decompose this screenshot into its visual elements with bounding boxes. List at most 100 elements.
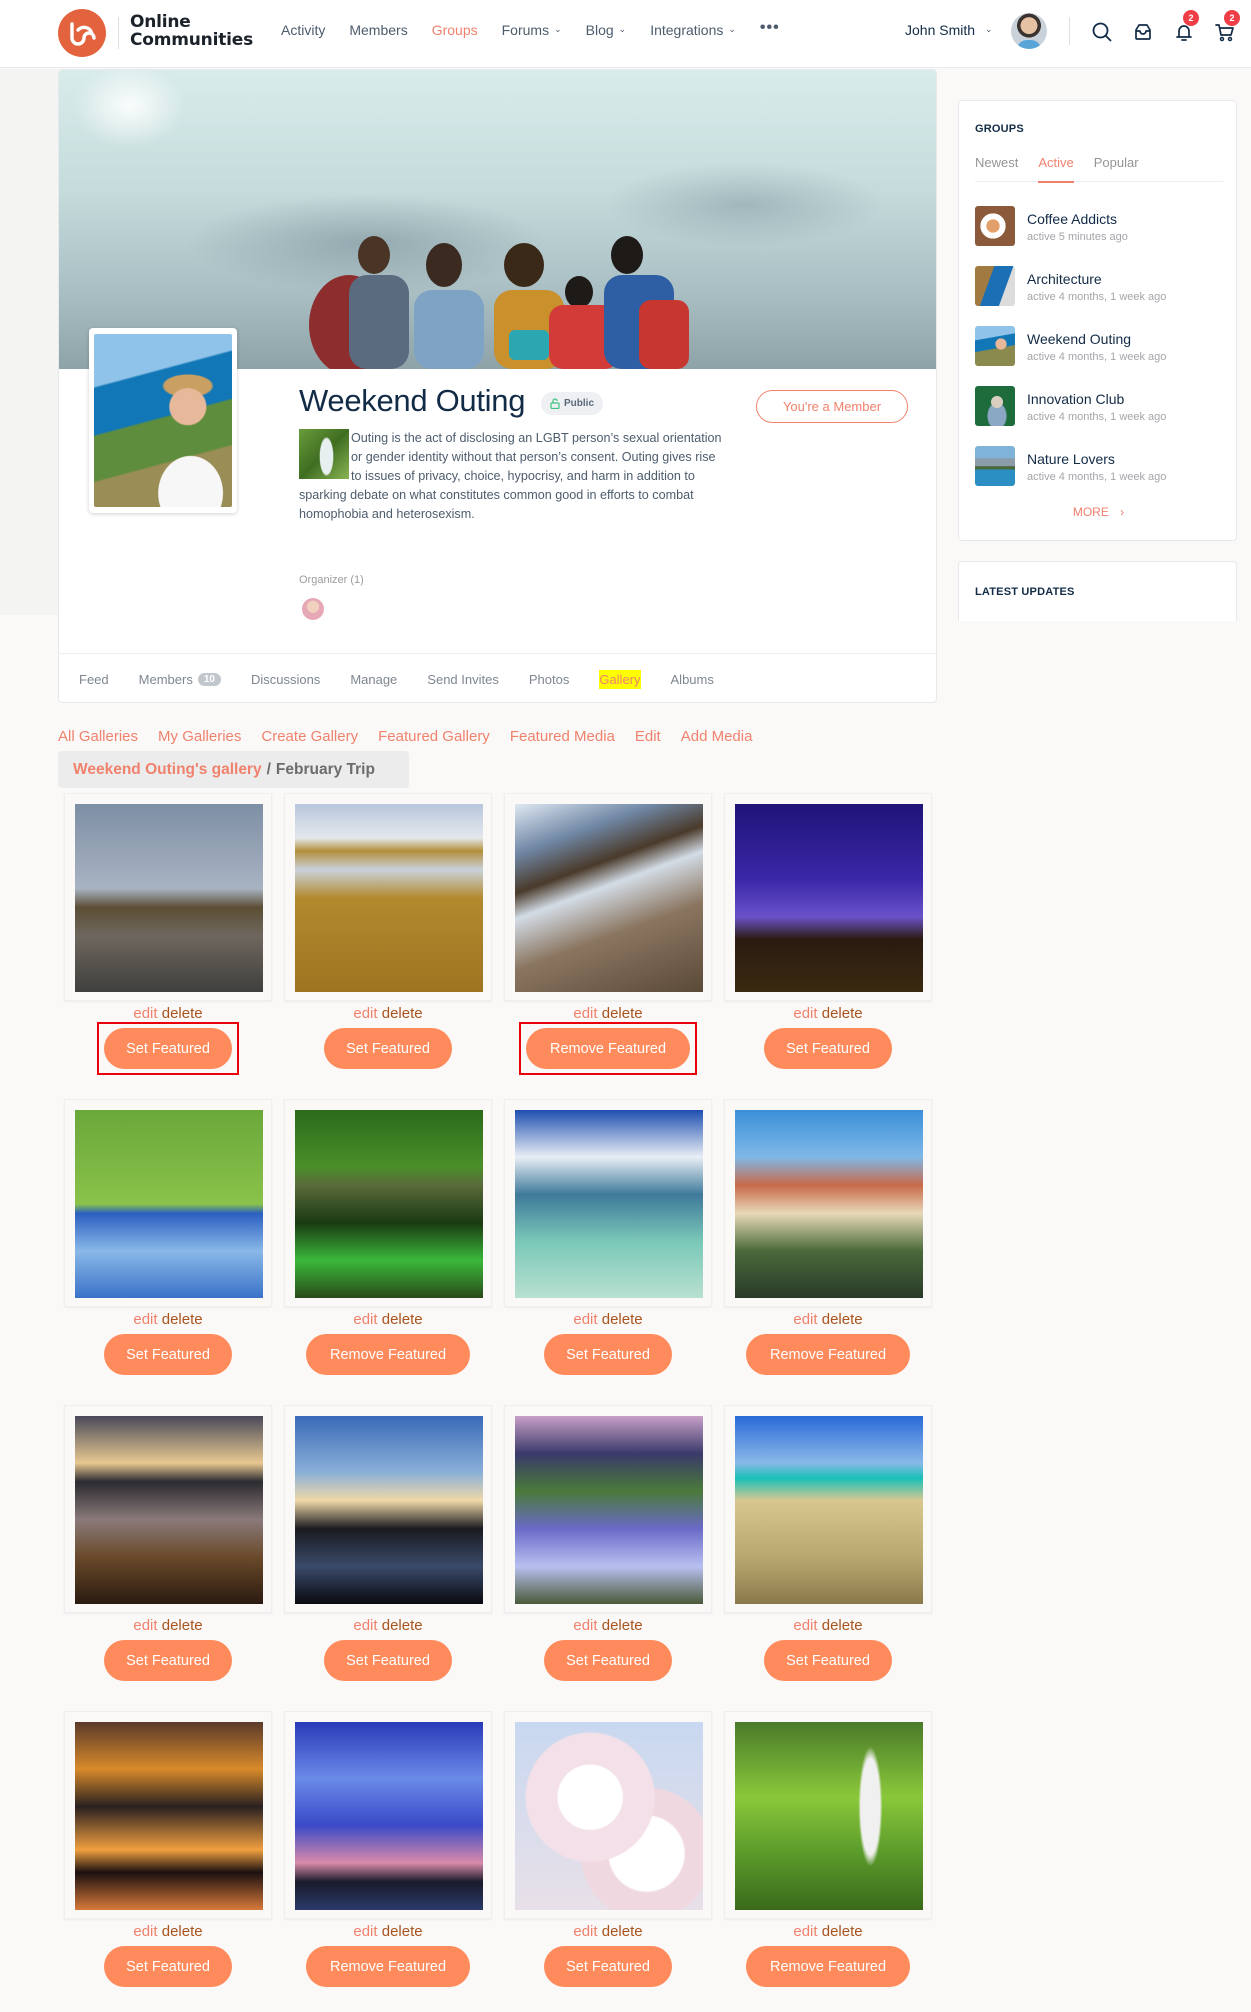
nav-blog[interactable]: Blog ⌄ <box>586 22 627 38</box>
remove-featured-button[interactable]: Remove Featured <box>526 1028 690 1069</box>
user-avatar[interactable] <box>1011 13 1047 49</box>
set-featured-button[interactable]: Set Featured <box>764 1028 892 1069</box>
set-featured-button[interactable]: Set Featured <box>324 1640 452 1681</box>
group-list-item[interactable]: Architecture active 4 months, 1 week ago <box>975 266 1225 308</box>
delete-link[interactable]: delete <box>158 1005 203 1022</box>
delete-link[interactable]: delete <box>378 1005 423 1022</box>
set-featured-button[interactable]: Set Featured <box>764 1640 892 1681</box>
site-name[interactable]: Online Communities <box>130 13 253 49</box>
media-thumbnail[interactable] <box>724 1099 932 1307</box>
delete-link[interactable]: delete <box>598 1617 643 1634</box>
media-thumbnail[interactable] <box>64 793 272 1001</box>
nav-forums[interactable]: Forums ⌄ <box>502 22 562 38</box>
remove-featured-button[interactable]: Remove Featured <box>306 1334 470 1375</box>
media-thumbnail[interactable] <box>284 1405 492 1613</box>
delete-link[interactable]: delete <box>818 1617 863 1634</box>
remove-featured-button[interactable]: Remove Featured <box>306 1946 470 1987</box>
link-create-gallery[interactable]: Create Gallery <box>261 728 358 745</box>
tab-members[interactable]: Members 10 <box>139 654 221 703</box>
delete-link[interactable]: delete <box>158 1311 203 1328</box>
group-list-item[interactable]: Coffee Addicts active 5 minutes ago <box>975 206 1225 248</box>
set-featured-button[interactable]: Set Featured <box>544 1946 672 1987</box>
logo-icon[interactable] <box>58 9 106 57</box>
delete-link[interactable]: delete <box>818 1923 863 1940</box>
edit-link[interactable]: edit <box>353 1617 377 1634</box>
nav-activity[interactable]: Activity <box>281 22 325 38</box>
link-my-galleries[interactable]: My Galleries <box>158 728 241 745</box>
edit-link[interactable]: edit <box>573 1923 597 1940</box>
link-edit[interactable]: Edit <box>635 728 661 745</box>
membership-button[interactable]: You're a Member <box>756 390 908 423</box>
delete-link[interactable]: delete <box>158 1617 203 1634</box>
edit-link[interactable]: edit <box>793 1617 817 1634</box>
nav-integrations[interactable]: Integrations ⌄ <box>650 22 736 38</box>
set-featured-button[interactable]: Set Featured <box>104 1946 232 1987</box>
media-thumbnail[interactable] <box>284 1711 492 1919</box>
tab-gallery[interactable]: Gallery <box>599 654 641 703</box>
media-thumbnail[interactable] <box>504 1711 712 1919</box>
edit-link[interactable]: edit <box>353 1311 377 1328</box>
edit-link[interactable]: edit <box>133 1617 157 1634</box>
edit-link[interactable]: edit <box>353 1005 377 1022</box>
media-thumbnail[interactable] <box>64 1405 272 1613</box>
organizer-avatar[interactable] <box>302 598 324 620</box>
set-featured-button[interactable]: Set Featured <box>104 1334 232 1375</box>
media-thumbnail[interactable] <box>504 793 712 1001</box>
link-all-galleries[interactable]: All Galleries <box>58 728 138 745</box>
tab-albums[interactable]: Albums <box>671 654 714 703</box>
delete-link[interactable]: delete <box>818 1311 863 1328</box>
search-icon[interactable] <box>1090 20 1114 44</box>
set-featured-button[interactable]: Set Featured <box>104 1028 232 1069</box>
tab-popular[interactable]: Popular <box>1094 155 1139 181</box>
delete-link[interactable]: delete <box>598 1923 643 1940</box>
link-featured-gallery[interactable]: Featured Gallery <box>378 728 490 745</box>
delete-link[interactable]: delete <box>818 1005 863 1022</box>
edit-link[interactable]: edit <box>573 1617 597 1634</box>
media-thumbnail[interactable] <box>284 1099 492 1307</box>
edit-link[interactable]: edit <box>793 1005 817 1022</box>
edit-link[interactable]: edit <box>133 1311 157 1328</box>
media-thumbnail[interactable] <box>504 1405 712 1613</box>
more-menu-icon[interactable]: ••• <box>760 18 780 38</box>
delete-link[interactable]: delete <box>158 1923 203 1940</box>
link-featured-media[interactable]: Featured Media <box>510 728 615 745</box>
remove-featured-button[interactable]: Remove Featured <box>746 1946 910 1987</box>
delete-link[interactable]: delete <box>598 1005 643 1022</box>
set-featured-button[interactable]: Set Featured <box>544 1334 672 1375</box>
edit-link[interactable]: edit <box>573 1311 597 1328</box>
tab-feed[interactable]: Feed <box>79 654 109 703</box>
delete-link[interactable]: delete <box>378 1311 423 1328</box>
set-featured-button[interactable]: Set Featured <box>104 1640 232 1681</box>
media-thumbnail[interactable] <box>724 1711 932 1919</box>
set-featured-button[interactable]: Set Featured <box>544 1640 672 1681</box>
edit-link[interactable]: edit <box>793 1311 817 1328</box>
breadcrumb-parent[interactable]: Weekend Outing's gallery <box>73 761 262 779</box>
delete-link[interactable]: delete <box>378 1617 423 1634</box>
more-groups-link[interactable]: MORE › <box>959 505 1238 519</box>
tab-active[interactable]: Active <box>1038 155 1075 183</box>
media-thumbnail[interactable] <box>284 793 492 1001</box>
edit-link[interactable]: edit <box>793 1923 817 1940</box>
set-featured-button[interactable]: Set Featured <box>324 1028 452 1069</box>
user-menu[interactable]: John Smith ⌄ <box>905 22 993 38</box>
tab-manage[interactable]: Manage <box>350 654 397 703</box>
group-list-item[interactable]: Nature Lovers active 4 months, 1 week ag… <box>975 446 1225 488</box>
group-list-item[interactable]: Innovation Club active 4 months, 1 week … <box>975 386 1225 428</box>
inbox-icon[interactable] <box>1131 20 1155 44</box>
edit-link[interactable]: edit <box>133 1923 157 1940</box>
media-thumbnail[interactable] <box>504 1099 712 1307</box>
edit-link[interactable]: edit <box>133 1005 157 1022</box>
tab-photos[interactable]: Photos <box>529 654 569 703</box>
tab-discussions[interactable]: Discussions <box>251 654 320 703</box>
delete-link[interactable]: delete <box>598 1311 643 1328</box>
group-avatar[interactable] <box>89 328 237 513</box>
nav-members[interactable]: Members <box>349 22 407 38</box>
remove-featured-button[interactable]: Remove Featured <box>746 1334 910 1375</box>
edit-link[interactable]: edit <box>573 1005 597 1022</box>
tab-newest[interactable]: Newest <box>975 155 1018 181</box>
nav-groups[interactable]: Groups <box>432 22 478 38</box>
media-thumbnail[interactable] <box>724 793 932 1001</box>
delete-link[interactable]: delete <box>378 1923 423 1940</box>
media-thumbnail[interactable] <box>724 1405 932 1613</box>
media-thumbnail[interactable] <box>64 1099 272 1307</box>
